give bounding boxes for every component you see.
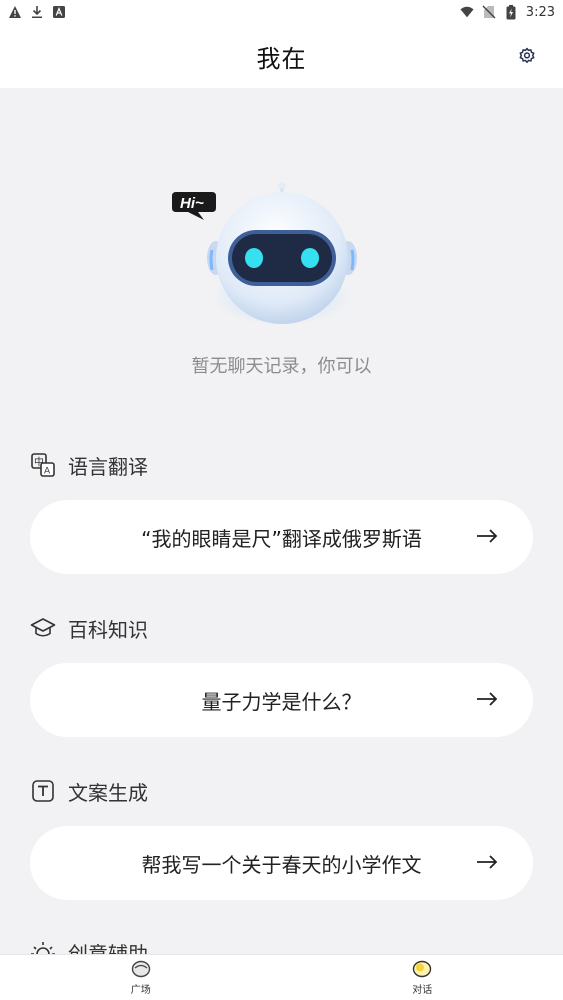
status-bar: 3:23 (0, 0, 563, 24)
text-box-icon (30, 778, 56, 804)
svg-text:A: A (44, 467, 51, 477)
prompt-text: “我的眼睛是尺”翻译成俄罗斯语 (141, 526, 422, 551)
plaza-icon (130, 959, 152, 979)
battery-charging-icon (504, 4, 518, 19)
status-left (8, 5, 66, 19)
tab-chat[interactable]: 对话 (382, 959, 462, 996)
tab-label: 对话 (412, 985, 433, 996)
hi-badge-text: Hi~ (180, 195, 204, 212)
tab-label: 广场 (130, 985, 151, 996)
page-title: 我在 (256, 44, 307, 73)
translate-icon: 中 A (30, 452, 56, 478)
app-header: 我在 (0, 24, 563, 88)
section-header: 百科知识 (0, 613, 563, 643)
no-sim-icon (482, 5, 496, 19)
status-right: 3:23 (460, 4, 555, 20)
arrow-right-icon (475, 850, 499, 874)
bottom-tab-bar: 广场 对话 (0, 954, 563, 1000)
section-header: 中 A 语言翻译 (0, 450, 563, 480)
status-time: 3:23 (525, 4, 555, 20)
empty-state-text: 暂无聊天记录，你可以 (191, 356, 372, 377)
a-box-icon (52, 5, 66, 19)
section-header: 文案生成 (0, 776, 563, 806)
section-title: 百科知识 (68, 617, 148, 642)
section-title: 文案生成 (68, 780, 148, 805)
prompt-card-encyclopedia[interactable]: 量子力学是什么？ (30, 663, 533, 737)
section-copywriting: 文案生成 帮我写一个关于春天的小学作文 (0, 776, 563, 900)
warning-icon (8, 5, 22, 19)
prompt-text: 量子力学是什么？ (201, 689, 362, 714)
prompt-card-copywriting[interactable]: 帮我写一个关于春天的小学作文 (30, 826, 533, 900)
wifi-icon (460, 5, 474, 19)
download-icon (30, 5, 44, 19)
chat-icon (411, 959, 433, 979)
gear-icon (518, 47, 536, 65)
robot-illustration: Hi~ (170, 178, 370, 328)
prompt-card-translation[interactable]: “我的眼睛是尺”翻译成俄罗斯语 (30, 500, 533, 574)
arrow-right-icon (475, 524, 499, 548)
arrow-right-icon (475, 687, 499, 711)
tab-plaza[interactable]: 广场 (101, 959, 181, 996)
prompt-text: 帮我写一个关于春天的小学作文 (141, 852, 422, 877)
section-title: 语言翻译 (68, 454, 148, 479)
section-translation: 中 A 语言翻译 “我的眼睛是尺”翻译成俄罗斯语 (0, 450, 563, 574)
graduation-cap-icon (30, 615, 56, 641)
empty-state: Hi~ 暂无聊天记录，你可以 (0, 88, 563, 408)
settings-button[interactable] (517, 46, 537, 66)
section-encyclopedia: 百科知识 量子力学是什么？ (0, 613, 563, 737)
